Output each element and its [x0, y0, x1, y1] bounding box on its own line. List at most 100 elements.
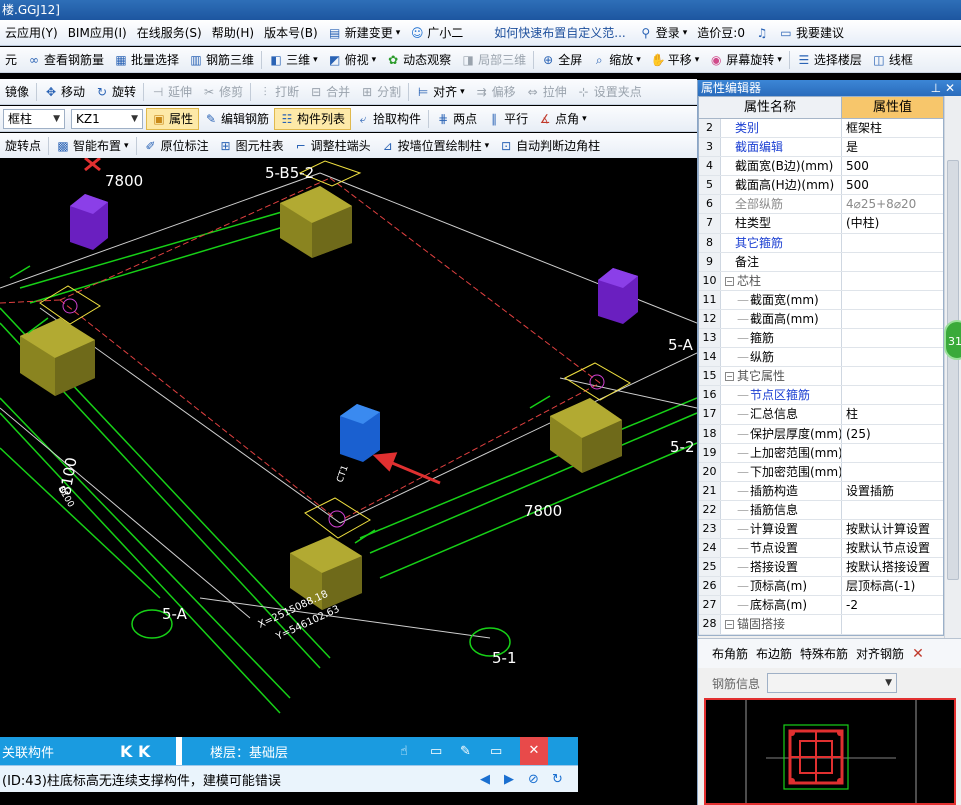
property-value[interactable] [842, 444, 943, 462]
wireframe-button[interactable]: ◫ 线框 [867, 49, 918, 71]
top-view-button[interactable]: ◩ 俯视 ▾ [323, 49, 382, 71]
property-value[interactable] [842, 615, 943, 633]
assistant-bubble[interactable]: 31 [944, 320, 961, 360]
property-value[interactable] [842, 253, 943, 271]
special-rebar-button[interactable]: 特殊布筋 [800, 645, 848, 662]
rotate-point-button[interactable]: 旋转点 [0, 135, 46, 157]
property-row[interactable]: 23 —计算设置 按默认计算设置 [699, 519, 943, 540]
smart-layout-button[interactable]: ▩ 智能布置 ▾ [51, 135, 134, 157]
next-arrow-icon[interactable]: ▶ [504, 772, 528, 787]
cad-canvas[interactable]: 7800 7800 5-B5-2 5-A 5-A 5-2 5-1 8100 81… [0, 158, 697, 805]
property-scrollbar[interactable] [944, 96, 961, 644]
property-row[interactable]: 21 —插筋构造 设置插筋 [699, 481, 943, 501]
property-row[interactable]: 28− 锚固搭接 [699, 615, 943, 635]
rebar-3d-button[interactable]: ▥ 钢筋三维 [184, 49, 259, 71]
edge-rebar-button[interactable]: 布边筋 [756, 645, 792, 662]
notification-button[interactable]: ♫ [750, 26, 774, 40]
component-name-select[interactable]: KZ1 ▼ [71, 108, 143, 129]
rebar-info-select[interactable]: ▼ [767, 673, 898, 693]
property-value[interactable] [842, 501, 943, 519]
property-row[interactable]: 19 —上加密范围(mm) [699, 443, 943, 463]
menu-online[interactable]: 在线服务(S) [132, 24, 207, 41]
property-value[interactable]: 框架柱 [842, 119, 943, 137]
menu-cloud[interactable]: 云应用(Y) [0, 24, 63, 41]
property-row[interactable]: 6 全部纵筋 4⌀25+8⌀20 [699, 195, 943, 215]
ignore-icon[interactable]: ⊘ [528, 772, 552, 787]
property-row[interactable]: 18 —保护层厚度(mm) (25) [699, 424, 943, 444]
extend-button[interactable]: ⊣ 延伸 [146, 81, 197, 103]
property-row[interactable]: 9 备注 [699, 252, 943, 272]
scrollbar-thumb[interactable] [947, 160, 959, 580]
login-button[interactable]: ⚲ 登录 ▾ [634, 24, 693, 41]
set-grip-button[interactable]: ⊹ 设置夹点 [572, 81, 647, 103]
property-row[interactable]: 17 —汇总信息柱 [699, 405, 943, 425]
property-value[interactable] [842, 367, 943, 385]
property-value[interactable]: 柱 [842, 405, 943, 423]
edit-rebar-button[interactable]: ✎ 编辑钢筋 [199, 108, 274, 130]
column-selected[interactable] [340, 404, 380, 462]
select-floor-button[interactable]: ☰ 选择楼层 [792, 49, 867, 71]
merge-button[interactable]: ⊟ 合并 [304, 81, 355, 103]
property-value[interactable]: 按默认节点设置 [842, 539, 943, 557]
mirror-button[interactable]: 镜像 [0, 81, 34, 103]
property-value[interactable] [842, 348, 943, 366]
property-value[interactable]: 层顶标高(-1) [842, 577, 943, 595]
property-row[interactable]: 3 截面编辑 是 [699, 138, 943, 158]
property-row[interactable]: 26 —顶标高(m) 层顶标高(-1) [699, 577, 943, 597]
column-cube[interactable] [550, 398, 622, 473]
drawing-viewport[interactable]: 7800 7800 5-B5-2 5-A 5-A 5-2 5-1 8100 81… [0, 158, 697, 805]
property-row[interactable]: 22 —插筋信息 [699, 500, 943, 520]
thumb-icon[interactable]: ☝ [400, 744, 430, 759]
split-button[interactable]: ⊞ 分割 [355, 81, 406, 103]
property-row[interactable]: 2 类别 框架柱 [699, 119, 943, 139]
comment-icon[interactable]: ▭ [430, 744, 460, 759]
new-change-button[interactable]: ▤ 新建变更 ▾ [323, 24, 406, 41]
tool-yuan[interactable]: 元 [0, 49, 22, 71]
view-3d-button[interactable]: ◧ 三维 ▾ [264, 49, 323, 71]
auto-corner-button[interactable]: ⊡ 自动判断边角柱 [494, 135, 605, 157]
column-table-button[interactable]: ⊞ 图元柱表 [214, 135, 289, 157]
close-icon[interactable]: ✕ [912, 646, 924, 662]
window-icon[interactable]: ▭ [490, 744, 520, 759]
property-row[interactable]: 16 —节点区箍筋 [699, 386, 943, 406]
property-value[interactable]: 500 [842, 157, 943, 175]
corner-rebar-button[interactable]: 布角筋 [712, 645, 748, 662]
property-value[interactable]: 4⌀25+8⌀20 [842, 195, 943, 213]
property-value[interactable]: (中柱) [842, 214, 943, 232]
point-angle-button[interactable]: ∡ 点角 ▾ [533, 108, 592, 130]
property-row[interactable]: 14 —纵筋 [699, 348, 943, 368]
tip-link[interactable]: 如何快速布置自定义范... [486, 24, 633, 41]
menu-version[interactable]: 版本号(B) [259, 24, 323, 41]
property-row[interactable]: 8 其它箍筋 [699, 233, 943, 253]
align-button[interactable]: ⊨ 对齐 ▾ [411, 81, 470, 103]
parallel-button[interactable]: ∥ 平行 [482, 108, 533, 130]
menu-bim[interactable]: BIM应用(I) [63, 24, 132, 41]
zoom-button[interactable]: ⌕ 缩放 ▾ [587, 49, 646, 71]
property-value[interactable]: 500 [842, 176, 943, 194]
property-row[interactable]: 27 —底标高(m) -2 [699, 596, 943, 616]
property-value[interactable]: -2 [842, 596, 943, 614]
component-type-select[interactable]: 框柱 ▼ [3, 108, 65, 129]
property-row[interactable]: 10− 芯柱 [699, 271, 943, 291]
suggest-button[interactable]: ▭ 我要建议 [774, 24, 849, 41]
prev-next-nav[interactable]: K K [120, 742, 176, 761]
collapse-icon[interactable]: − [725, 372, 734, 382]
property-row[interactable]: 12 —截面高(mm) [699, 309, 943, 330]
draw-by-wall-button[interactable]: ⊿ 按墙位置绘制柱 ▾ [376, 135, 495, 157]
screen-rotate-button[interactable]: ◉ 屏幕旋转 ▾ [704, 49, 787, 71]
collapse-icon[interactable]: − [725, 620, 734, 630]
move-button[interactable]: ✥ 移动 [39, 81, 90, 103]
align-rebar-button[interactable]: 对齐钢筋 [856, 645, 904, 662]
property-row[interactable]: 20 —下加密范围(mm) [699, 462, 943, 482]
break-button[interactable]: ⫶ 打断 [253, 81, 304, 103]
pan-button[interactable]: ✋ 平移 ▾ [646, 49, 705, 71]
fullscreen-button[interactable]: ⊕ 全屏 [536, 49, 587, 71]
property-value[interactable] [842, 386, 943, 404]
prev-arrow-icon[interactable]: ◀ [480, 772, 504, 787]
property-row[interactable]: 11 —截面宽(mm) [699, 290, 943, 310]
property-value[interactable] [842, 463, 943, 481]
property-value[interactable] [842, 291, 943, 309]
property-button[interactable]: ▣ 属性 [146, 107, 200, 130]
batch-select-button[interactable]: ▦ 批量选择 [109, 49, 184, 71]
property-value[interactable]: 按默认搭接设置 [842, 558, 943, 576]
